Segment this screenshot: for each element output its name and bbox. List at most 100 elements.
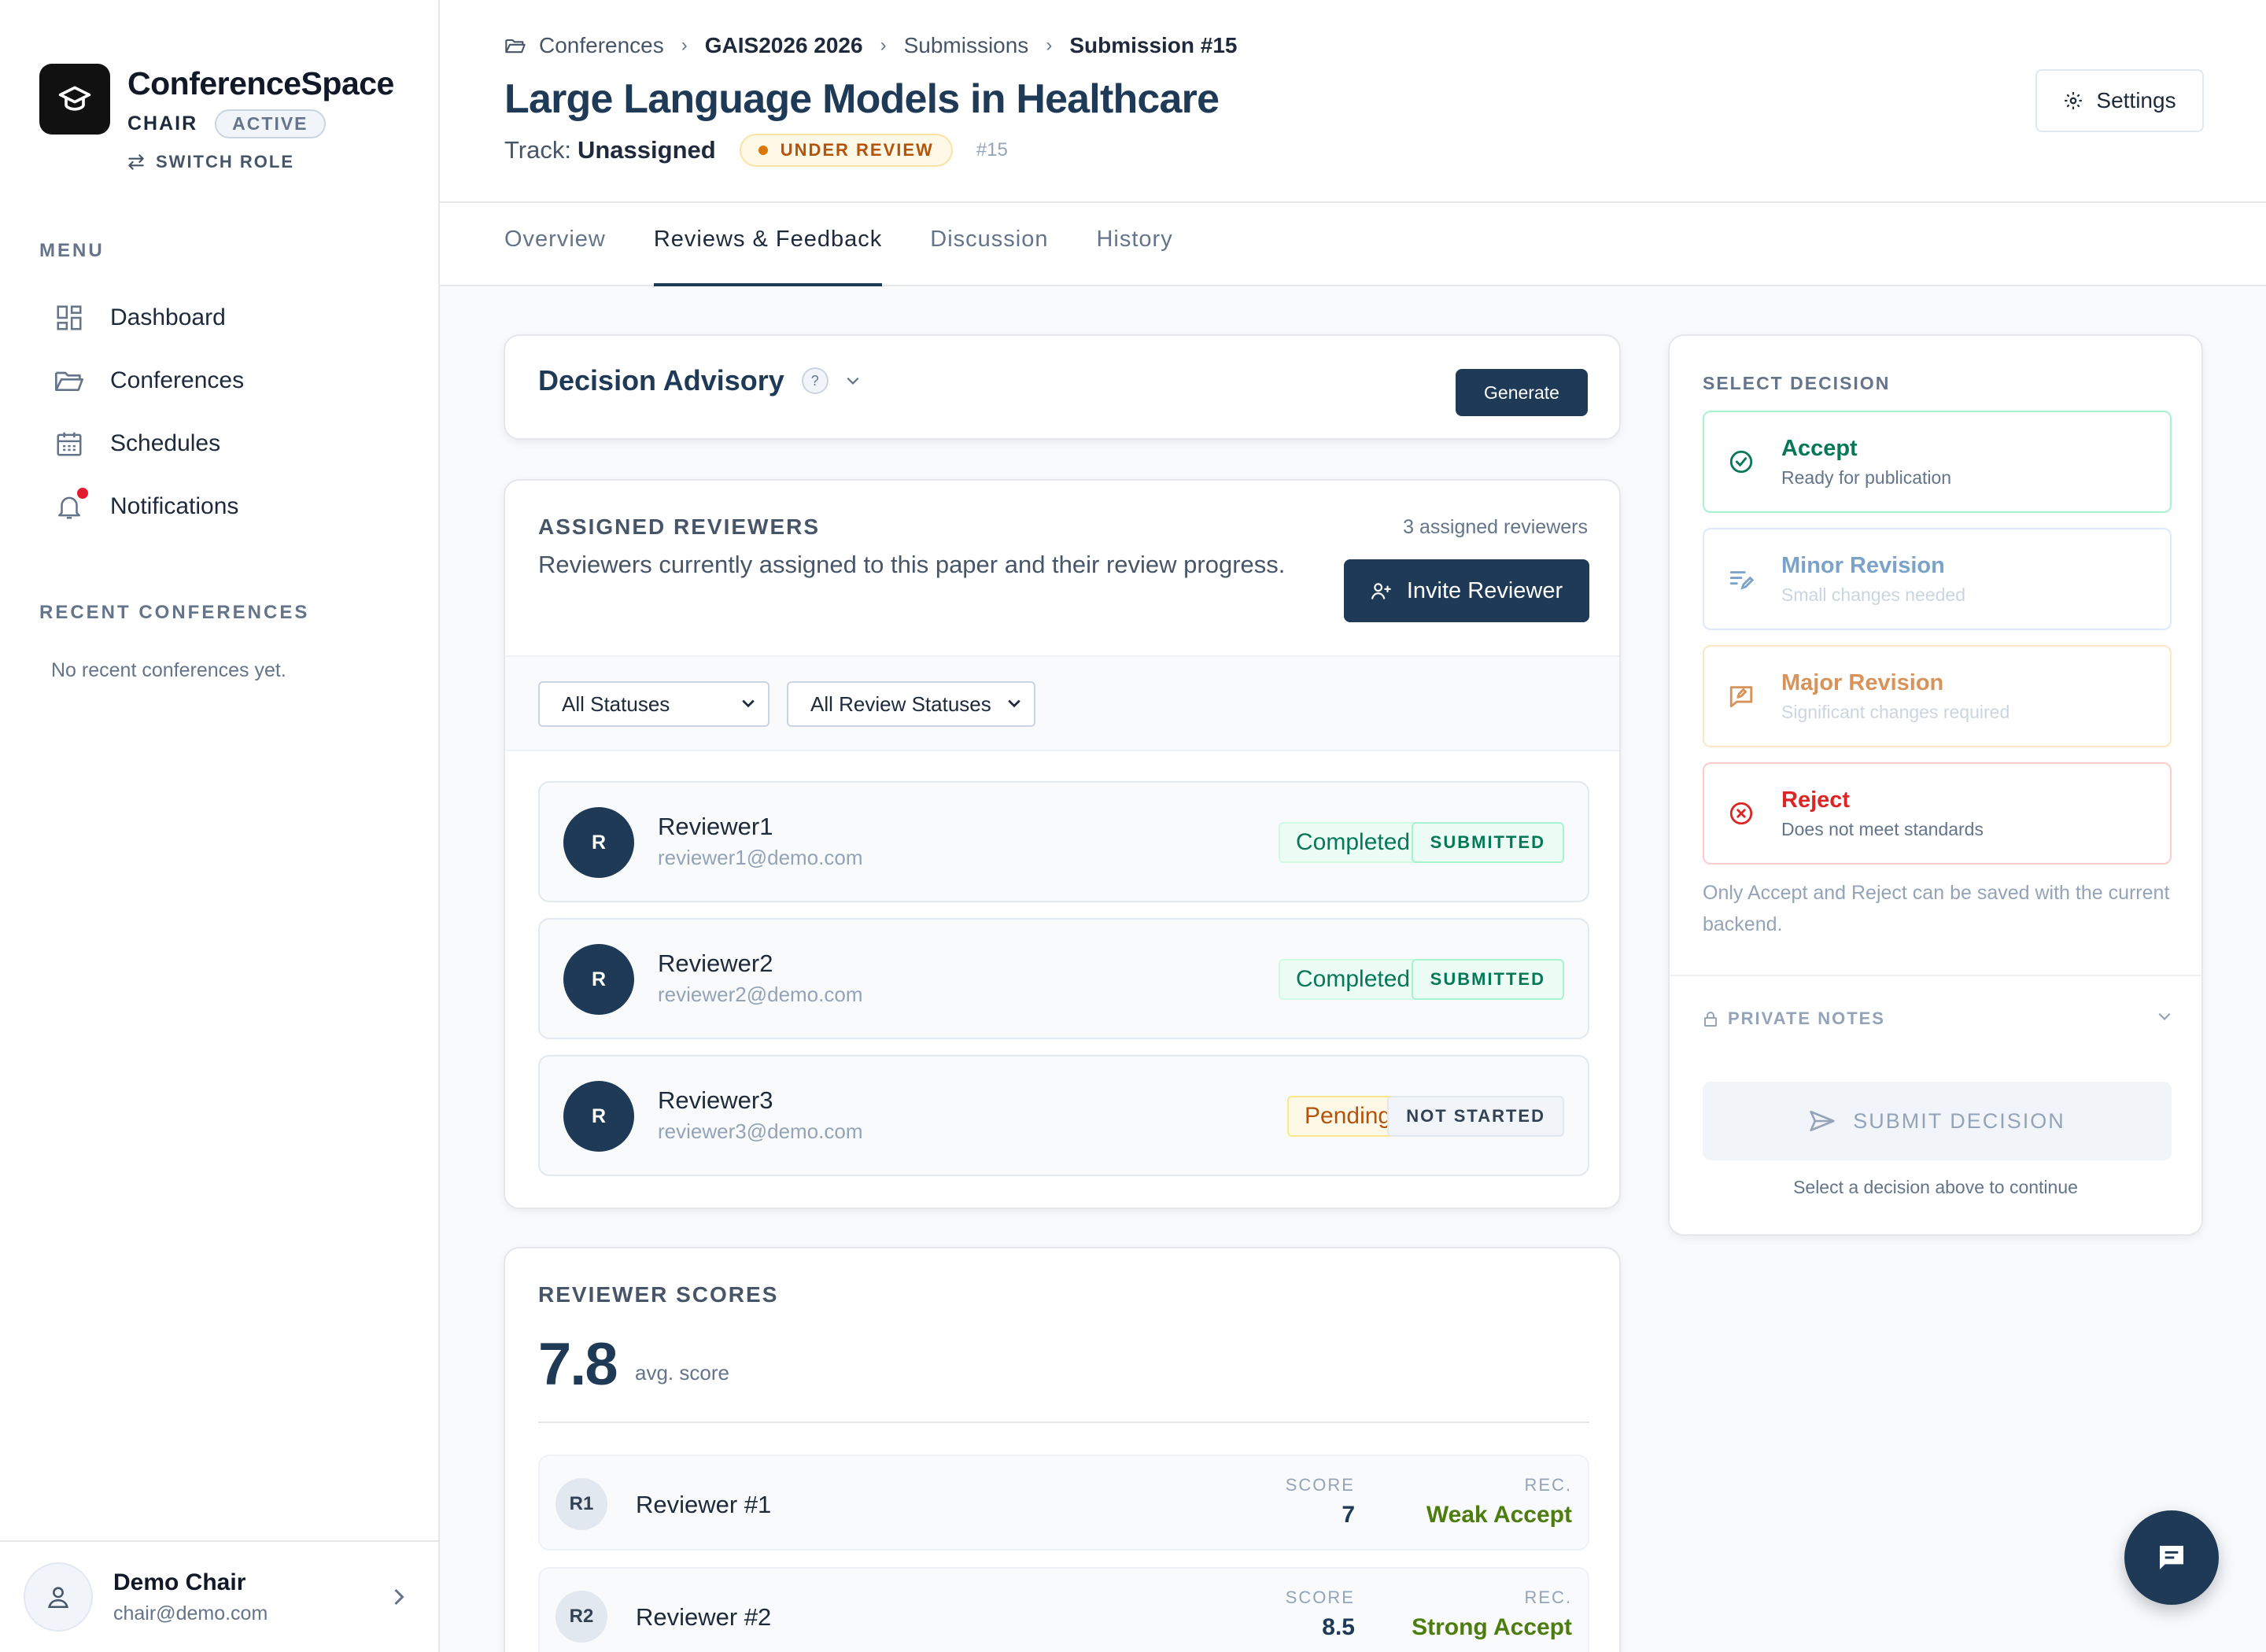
breadcrumb-conference[interactable]: GAIS2026 2026 [705,33,863,58]
reviewer-name: Reviewer3 [658,1086,773,1114]
invite-reviewer-label: Invite Reviewer [1406,577,1563,603]
avatar: R [563,807,634,878]
decision-option-reject[interactable]: Reject Does not meet standards [1703,762,2172,865]
advisory-header[interactable]: Decision Advisory ? [538,364,860,397]
option-title: Minor Revision [1781,553,1945,578]
status-label: UNDER REVIEW [780,140,934,160]
switch-role-button[interactable]: SWITCH ROLE [126,152,294,172]
track-label: Track: [504,136,571,164]
sidebar-item-label: Notifications [110,493,239,519]
chat-button[interactable] [2124,1510,2219,1605]
x-circle-icon [1729,802,1753,825]
gear-icon [2065,92,2083,109]
decision-option-major-revision[interactable]: Major Revision Significant changes requi… [1703,645,2172,747]
advisory-title: Decision Advisory [538,364,784,396]
option-subtitle: Ready for publication [1781,467,1952,488]
sidebar-item-conferences[interactable]: Conferences [39,356,409,406]
score-row[interactable]: R2 Reviewer #2 SCORE 8.5 REC. Strong Acc… [538,1567,1589,1652]
reviewer-name: Reviewer2 [658,950,773,977]
page-header: Conferences › GAIS2026 2026 › Submission… [440,0,2266,203]
reviewer-scores-card: REVIEWER SCORES 7.8 avg. score R1 Review… [504,1247,1621,1652]
user-icon [24,1562,93,1632]
reviewer-row[interactable]: R Reviewer3 reviewer3@demo.com Pending N… [538,1055,1589,1176]
tab-overview[interactable]: Overview [504,203,606,286]
recent-conferences-heading: RECENT CONFERENCES [39,602,310,623]
role-label: CHAIR [127,112,198,135]
help-icon[interactable]: ? [801,367,829,394]
option-subtitle: Significant changes required [1781,702,2010,722]
notification-dot [77,488,88,499]
reviewer-badge: R2 [555,1591,607,1643]
settings-button[interactable]: Settings [2035,69,2204,132]
reviewers-description: Reviewers currently assigned to this pap… [538,551,1286,578]
review-status-filter-select[interactable]: All Review Statuses [787,681,1035,727]
select-decision-heading: SELECT DECISION [1703,373,1891,393]
submission-number: #15 [976,139,1008,160]
menu-heading: MENU [39,240,105,261]
breadcrumb-separator-icon: › [880,35,887,56]
reviewers-count: 3 assigned reviewers [1403,516,1588,538]
breadcrumb-separator-icon: › [681,35,688,56]
chevron-down-icon [1008,699,1020,708]
decision-option-minor-revision[interactable]: Minor Revision Small changes needed [1703,528,2172,630]
rec-caption: REC. [1524,1587,1572,1607]
tab-reviews-feedback[interactable]: Reviews & Feedback [653,203,883,286]
sidebar: ConferenceSpace CHAIR ACTIVE SWITCH ROLE… [0,0,440,1652]
option-title: Accept [1781,436,1858,461]
recent-empty-text: No recent conferences yet. [51,659,286,681]
average-score-label: avg. score [635,1361,729,1385]
submit-decision-button[interactable]: SUBMIT DECISION [1703,1082,2172,1160]
decision-option-accept[interactable]: Accept Ready for publication [1703,411,2172,513]
recommendation-value: Weak Accept [1426,1502,1572,1528]
breadcrumb-submissions[interactable]: Submissions [904,33,1029,58]
sidebar-item-label: Dashboard [110,304,226,330]
score-value: 8.5 [1322,1614,1355,1640]
decision-note: Only Accept and Reject can be saved with… [1703,882,2170,935]
sidebar-item-dashboard[interactable]: Dashboard [39,293,409,343]
status-filter-select[interactable]: All Statuses [538,681,769,727]
reviewer-row[interactable]: R Reviewer2 reviewer2@demo.com Completed… [538,918,1589,1039]
breadcrumb: Conferences › GAIS2026 2026 › Submission… [504,33,1238,58]
edit-lines-icon [1729,571,1755,590]
chat-icon [2160,1546,2183,1569]
reviewer-email: reviewer1@demo.com [658,846,863,869]
reviewers-heading: ASSIGNED REVIEWERS [538,514,821,539]
user-email: chair@demo.com [113,1602,268,1624]
dashboard-icon [52,301,87,335]
average-score: 7.8 [538,1331,618,1398]
sidebar-item-notifications[interactable]: Notifications [39,481,409,532]
option-title: Major Revision [1781,670,1944,695]
status-filter-value: All Statuses [562,691,670,716]
private-notes-toggle[interactable]: PRIVATE NOTES [1703,1009,2172,1029]
submit-hint: Select a decision above to continue [1793,1177,2078,1197]
user-menu[interactable]: Demo Chair chair@demo.com [0,1540,438,1652]
folder-icon [52,363,87,398]
sidebar-item-schedules[interactable]: Schedules [39,419,409,469]
tab-history[interactable]: History [1096,203,1172,286]
submit-decision-label: SUBMIT DECISION [1853,1108,2065,1133]
tab-discussion[interactable]: Discussion [930,203,1048,286]
divider [538,1422,1589,1423]
rec-caption: REC. [1524,1475,1572,1495]
review-tag-badge: NOT STARTED [1387,1096,1564,1137]
decision-panel: SELECT DECISION Accept Ready for publica… [1668,334,2203,1236]
reviewer-badge: R1 [555,1478,607,1530]
reviewer-name: Reviewer1 [658,813,773,840]
bell-icon [52,488,88,524]
reviewer-row[interactable]: R Reviewer1 reviewer1@demo.com Completed… [538,781,1589,902]
lock-icon [1704,1012,1717,1027]
chevron-down-icon [2158,1012,2171,1020]
switch-role-label: SWITCH ROLE [156,152,294,171]
recommendation-value: Strong Accept [1412,1614,1572,1640]
invite-reviewer-button[interactable]: Invite Reviewer [1344,559,1589,622]
generate-button[interactable]: Generate [1456,369,1588,416]
send-icon [1810,1110,1835,1132]
status-badge: UNDER REVIEW [739,134,953,167]
chevron-down-icon[interactable] [846,376,860,385]
user-name: Demo Chair [113,1569,246,1595]
score-caption: SCORE [1285,1475,1355,1495]
score-row[interactable]: R1 Reviewer #1 SCORE 7 REC. Weak Accept [538,1455,1589,1551]
swap-arrows-icon [128,154,144,170]
breadcrumb-conferences[interactable]: Conferences [539,33,664,58]
score-value: 7 [1342,1502,1355,1528]
